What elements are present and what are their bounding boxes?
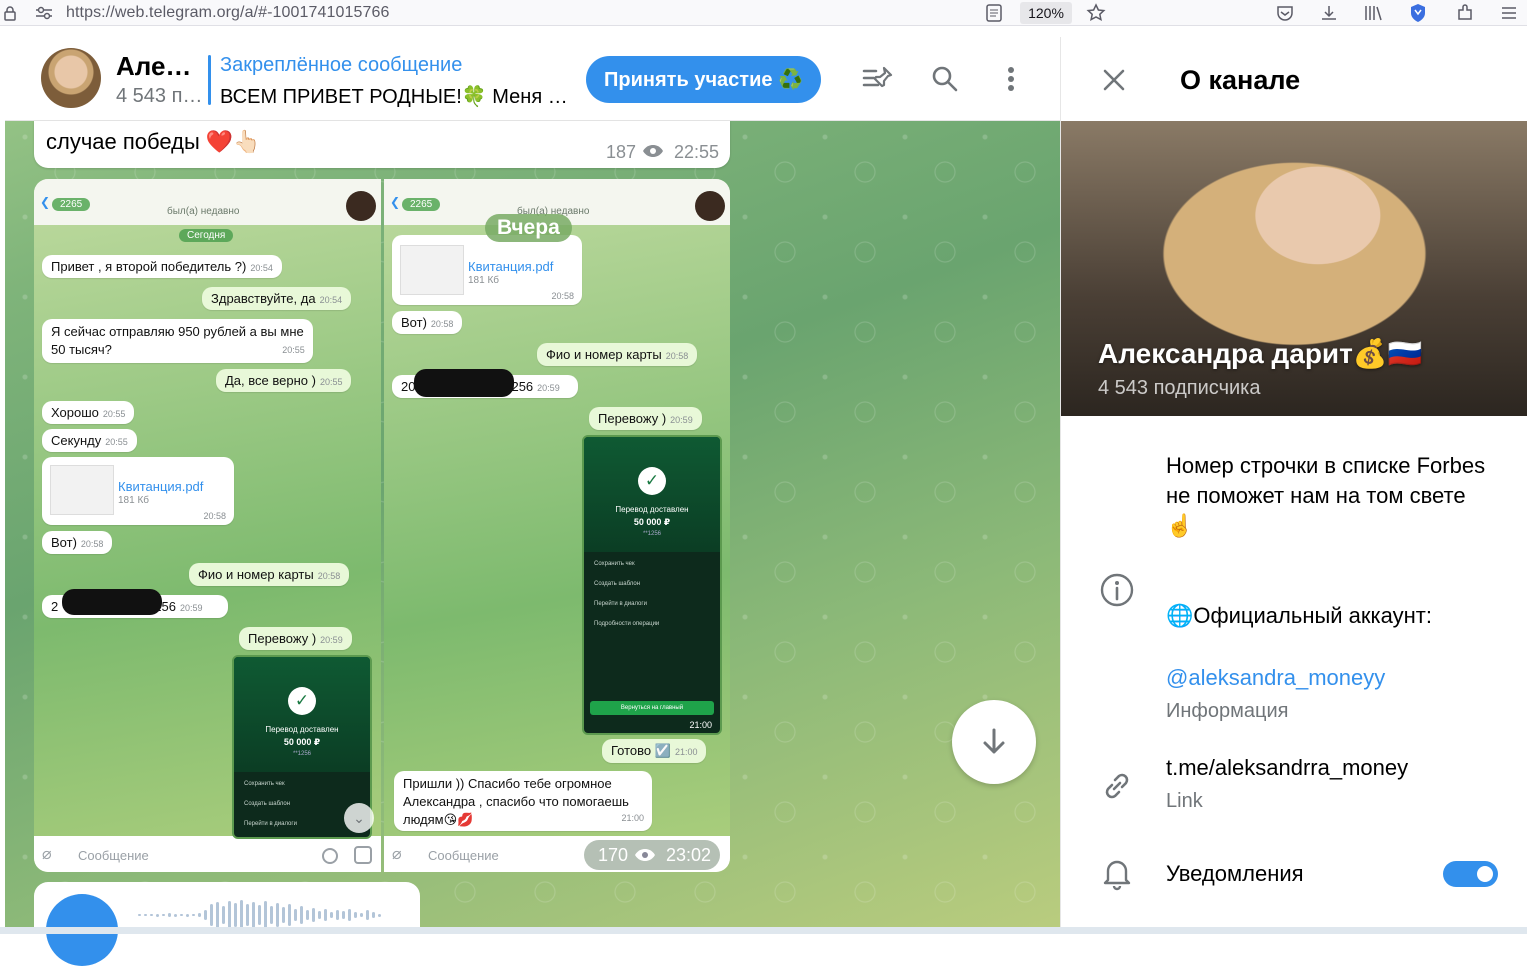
chat-header[interactable]: Александра дарит💰🇷🇺 4 543 подписчика Зак… [5,37,1060,121]
album-image-left[interactable]: ❮ 2265 был(а) недавно Сегодня Привет , я… [34,179,381,872]
chat-message: Я сейчас отправляю 950 рублей а вы мне 50… [42,319,313,363]
views-eye-icon [634,848,656,867]
link-icon [1099,768,1135,804]
close-icon[interactable] [1097,63,1131,97]
library-icon[interactable] [1364,3,1384,23]
views-eye-icon [642,144,664,163]
permissions-icon[interactable] [34,3,54,23]
shield-icon[interactable] [1408,3,1428,23]
album-image-right[interactable]: ❮ 2265 был(а) недавно Квитанция.pdf 181 … [384,179,730,872]
official-account-text: 🌐Официальный аккаунт: [1166,603,1432,628]
phone-screenshot: ✓ Перевод доставлен 50 000 ₽ **1256 Сохр… [582,435,722,735]
pinned-indicator [208,55,211,105]
info-label: Информация [1166,700,1289,722]
message-input: Сообщение [428,848,499,863]
search-icon[interactable] [927,61,963,97]
back-chevron-icon: ❮ [40,195,51,209]
bell-icon [1099,855,1135,891]
extensions-icon[interactable] [1455,3,1475,23]
chat-message: Вот) 20:58 [392,311,463,334]
pinned-message-text[interactable]: ВСЕМ ПРИВЕТ РОДНЫЕ!🍀 Меня н… [220,84,578,109]
chat-message: Да, все верно ) 20:55 [216,369,352,392]
message-text: случае победы ❤️👆🏻 [46,129,261,154]
reader-view-icon[interactable] [984,3,1004,23]
contact-avatar [695,191,725,221]
chat-message: Фио и номер карты 20:58 [537,343,698,366]
file-message: Квитанция.pdf 181 Кб 20:58 [392,235,582,305]
downloads-icon[interactable] [1319,3,1339,23]
bottom-strip [0,927,1527,934]
chat-message: Хорошо 20:55 [42,401,135,424]
redaction-mark [62,589,162,615]
message-bubble[interactable]: случае победы ❤️👆🏻 187 22:55 [34,121,730,168]
view-count: 187 [606,142,637,162]
chat-message: Привет , я второй победитель ?) 20:54 [42,255,282,278]
file-message: Квитанция.pdf 181 Кб 20:58 [42,457,234,525]
waveform[interactable] [138,900,408,930]
album-meta-pill: 170 23:02 [584,840,720,870]
menu-icon[interactable] [1499,3,1519,23]
attach-icon: ⌀ [392,846,402,863]
message-input: Сообщение [78,848,149,863]
chat-message: Здравствуйте, да 20:54 [202,287,352,310]
lock-icon[interactable] [0,3,20,23]
channel-title[interactable]: Александра дарит💰🇷🇺 [116,51,204,82]
channel-handle-link[interactable]: @aleksandra_moneyy [1166,665,1385,691]
back-chevron-icon: ❮ [390,195,401,209]
bookmark-star-icon[interactable] [1086,3,1106,23]
channel-photo[interactable]: Александра дарит💰🇷🇺 4 543 подписчика [1061,121,1527,416]
chat-message: Пришли )) Спасибо тебе огромное Александр… [394,771,652,831]
more-options-icon[interactable] [993,61,1029,97]
channel-description: Номер строчки в списке Forbes не поможет… [1166,453,1486,538]
zoom-level[interactable]: 120% [1020,2,1072,24]
notifications-label: Уведомления [1166,861,1304,886]
arrow-down-icon [983,728,1005,754]
browser-toolbar: https://web.telegram.org/a/#-10017410157… [0,0,1527,26]
message-time: 22:55 [674,142,720,162]
address-bar[interactable]: https://web.telegram.org/a/#-10017410157… [66,4,390,22]
panel-title: О канале [1180,65,1301,95]
date-badge: Сегодня [179,229,234,242]
join-button[interactable]: Принять участие ♻️ [586,56,821,103]
notifications-toggle[interactable] [1443,861,1498,887]
pinned-message-title[interactable]: Закреплённое сообщение [220,54,462,77]
chat-message: Перевожу ) 20:59 [589,407,702,430]
channel-info-panel: О канале Александра дарит💰🇷🇺 4 543 подпи… [1060,37,1527,927]
camera-icon [354,846,372,864]
file-thumbnail [400,245,464,295]
channel-avatar[interactable] [41,48,101,108]
chat-message: Секунду 20:55 [42,429,137,452]
file-thumbnail [50,465,114,515]
attach-icon: ⌀ [42,846,52,863]
subscriber-count: 4 543 подписчика [1098,377,1261,399]
unread-count: 2265 [402,198,441,211]
date-badge: Вчера [485,214,572,242]
chat-message: Перевожу ) 20:59 [239,627,352,650]
chat-message: Готово ☑️ 21:00 [602,739,707,763]
chat-message: Вот) 20:58 [42,531,113,554]
redaction-mark [414,369,514,397]
contact-avatar [346,191,376,221]
pinned-list-icon[interactable] [860,61,896,97]
info-icon [1099,572,1135,608]
link-label: Link [1166,790,1203,812]
pocket-icon[interactable] [1275,3,1295,23]
scroll-down-icon: ⌄ [344,803,374,833]
clock-icon [322,848,338,864]
contact-status: был(а) недавно [167,206,240,217]
channel-link[interactable]: t.me/aleksandrra_money [1166,755,1408,781]
channel-name: Александра дарит💰🇷🇺 [1098,338,1423,369]
channel-subscribers: 4 543 подписчика [116,85,204,107]
unread-count: 2265 [52,198,91,211]
scroll-to-bottom-button[interactable] [952,700,1036,784]
chat-message: Фио и номер карты 20:58 [189,563,350,586]
